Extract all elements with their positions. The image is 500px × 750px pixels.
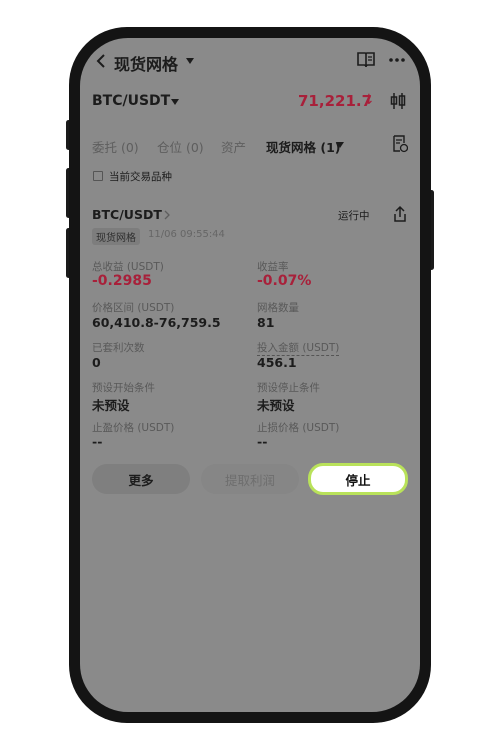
pair-symbol[interactable]: BTC/USDT bbox=[92, 93, 170, 109]
pair-caret-icon[interactable] bbox=[170, 98, 180, 106]
caret-down-icon[interactable] bbox=[185, 57, 195, 65]
last-price: 71,221.7 bbox=[298, 92, 373, 110]
withdraw-profit-button[interactable]: 提取利润 bbox=[201, 464, 299, 494]
start-condition-value: 未预设 bbox=[92, 398, 130, 413]
take-profit-label: 止盈价格 (USDT) bbox=[92, 422, 175, 434]
more-options-icon[interactable] bbox=[388, 57, 406, 63]
more-button[interactable]: 更多 bbox=[92, 464, 190, 494]
current-pair-filter-label[interactable]: 当前交易品种 bbox=[109, 169, 172, 184]
total-pnl-label: 总收益 (USDT) bbox=[92, 261, 164, 273]
candlestick-chart-icon[interactable] bbox=[389, 92, 407, 110]
tab-positions[interactable]: 仓位 (0) bbox=[157, 137, 204, 156]
app-screen: 现货网格 BTC/USDT 71,221.7 ↓ 委托 (0) 仓位 (0) 资… bbox=[80, 38, 420, 712]
stop-loss-value: -- bbox=[257, 434, 268, 449]
tab-assets[interactable]: 资产 bbox=[221, 137, 246, 156]
tab-caret-icon[interactable] bbox=[336, 142, 344, 148]
grid-type-tag: 现货网格 bbox=[92, 228, 140, 245]
tab-spot-grid[interactable]: 现货网格 (1) bbox=[266, 137, 340, 156]
page-title[interactable]: 现货网格 bbox=[114, 51, 178, 75]
stop-grid-button[interactable]: 停止 bbox=[308, 463, 408, 495]
arbitrage-count-value: 0 bbox=[92, 355, 101, 370]
stop-condition-label: 预设停止条件 bbox=[257, 382, 320, 394]
take-profit-value: -- bbox=[92, 434, 103, 449]
pnl-rate-value: -0.07% bbox=[257, 273, 312, 289]
arbitrage-count-label: 已套利次数 bbox=[92, 342, 145, 354]
grid-count-value: 81 bbox=[257, 315, 275, 330]
grid-symbol[interactable]: BTC/USDT bbox=[92, 207, 162, 222]
order-history-icon[interactable] bbox=[392, 135, 408, 153]
book-icon[interactable] bbox=[356, 51, 376, 69]
grid-status: 运行中 bbox=[338, 210, 370, 222]
stop-condition-value: 未预设 bbox=[257, 398, 295, 413]
total-pnl-value: -0.2985 bbox=[92, 273, 152, 289]
back-icon[interactable] bbox=[95, 53, 107, 69]
current-pair-checkbox[interactable] bbox=[93, 171, 103, 181]
grid-count-label: 网格数量 bbox=[257, 302, 299, 314]
price-down-arrow: ↓ bbox=[363, 92, 375, 108]
pnl-rate-label: 收益率 bbox=[257, 261, 289, 273]
share-icon[interactable] bbox=[392, 205, 408, 223]
investment-label[interactable]: 投入金额 (USDT) bbox=[257, 340, 340, 356]
investment-value: 456.1 bbox=[257, 355, 297, 370]
chevron-right-icon[interactable] bbox=[164, 210, 171, 220]
stop-loss-label: 止损价格 (USDT) bbox=[257, 422, 340, 434]
tab-orders[interactable]: 委托 (0) bbox=[92, 137, 139, 156]
price-range-value: 60,410.8-76,759.5 bbox=[92, 315, 221, 330]
price-range-label: 价格区间 (USDT) bbox=[92, 302, 175, 314]
grid-created-time: 11/06 09:55:44 bbox=[148, 229, 225, 240]
start-condition-label: 预设开始条件 bbox=[92, 382, 155, 394]
